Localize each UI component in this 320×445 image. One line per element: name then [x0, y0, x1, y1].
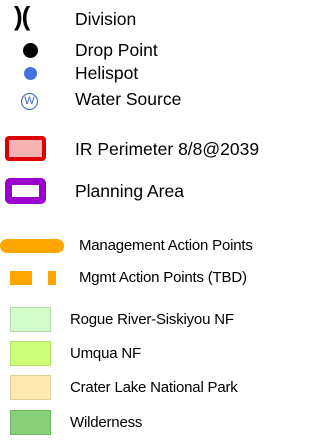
legend-label-ir-perimeter: IR Perimeter 8/8@2039 [75, 139, 260, 159]
legend-row-rogue-river-siskiyou-nf: Rogue River-Siskiyou NF [0, 307, 303, 337]
mgmt-action-points-tbd-dash-1 [10, 271, 32, 285]
legend-label-planning-area: Planning Area [75, 181, 184, 201]
legend-row-ir-perimeter: IR Perimeter 8/8@2039 [0, 136, 303, 167]
legend-row-planning-area: Planning Area [0, 178, 303, 208]
legend-label-management-action-points: Management Action Points [79, 237, 253, 254]
legend-row-mgmt-action-points-tbd: Mgmt Action Points (TBD) [0, 264, 303, 294]
legend-row-water-source: W Water Source [0, 85, 303, 115]
wilderness-swatch [10, 410, 51, 435]
legend-label-mgmt-action-points-tbd: Mgmt Action Points (TBD) [79, 269, 247, 286]
legend-label-wilderness: Wilderness [70, 414, 143, 431]
water-source-icon: W [21, 93, 38, 110]
ir-perimeter-swatch [5, 136, 46, 161]
planning-area-swatch [5, 178, 46, 204]
legend-label-water-source: Water Source [75, 89, 182, 109]
legend-row-umqua-nf: Umqua NF [0, 341, 303, 371]
legend-label-rogue-river-siskiyou-nf: Rogue River-Siskiyou NF [70, 311, 234, 328]
legend-label-crater-lake-national-park: Crater Lake National Park [70, 379, 238, 396]
legend-row-management-action-points: Management Action Points [0, 232, 303, 262]
drop-point-icon [23, 43, 38, 58]
division-icon: )( [14, 1, 30, 31]
legend-label-division: Division [75, 9, 137, 29]
management-action-points-line [0, 239, 64, 253]
crater-lake-national-park-swatch [10, 375, 51, 400]
legend-row-wilderness: Wilderness [0, 410, 303, 440]
umqua-nf-swatch [10, 341, 51, 366]
legend-label-drop-point: Drop Point [75, 40, 158, 60]
legend-label-helispot: Helispot [75, 63, 139, 83]
legend-row-crater-lake-national-park: Crater Lake National Park [0, 375, 303, 405]
legend-row-division: )( Division [0, 1, 303, 33]
rogue-river-siskiyou-nf-swatch [10, 307, 51, 332]
legend-label-umqua-nf: Umqua NF [70, 345, 141, 362]
mgmt-action-points-tbd-dash-2 [48, 271, 56, 285]
helispot-icon [24, 67, 37, 80]
